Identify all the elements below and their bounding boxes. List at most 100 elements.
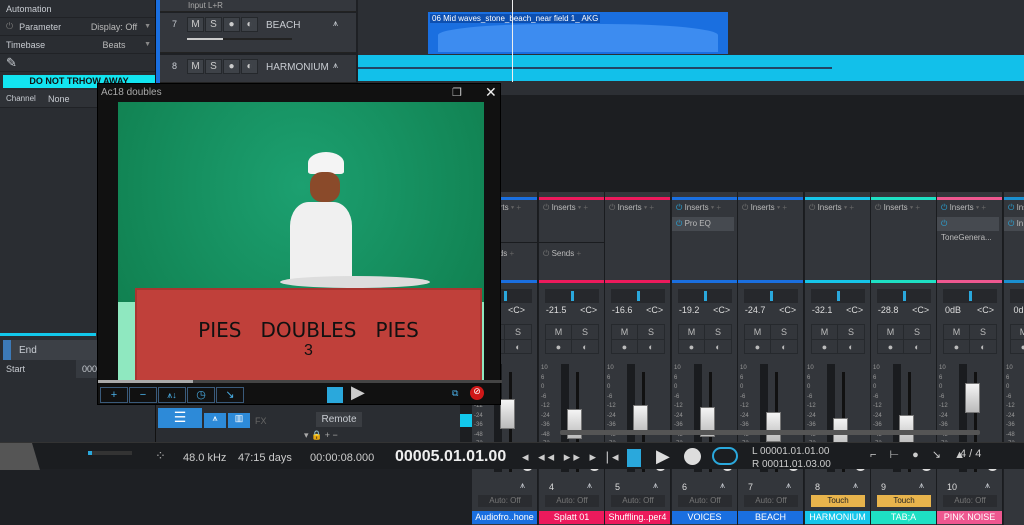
record-button[interactable]: [684, 448, 701, 465]
start-field[interactable]: 000: [76, 360, 98, 378]
performance-icon[interactable]: ⁘: [155, 448, 166, 464]
channel-name[interactable]: BEACH: [738, 511, 803, 524]
pan-control[interactable]: [1010, 289, 1024, 303]
automation-mode[interactable]: Touch: [811, 495, 865, 507]
power-icon[interactable]: ⏻: [1008, 203, 1014, 212]
automation-mode[interactable]: Auto: Off: [478, 495, 532, 507]
channel-name[interactable]: TAB;A: [871, 511, 936, 524]
volume-value[interactable]: -24.7: [745, 305, 766, 315]
volume-fader[interactable]: [500, 398, 515, 429]
volume-value[interactable]: -19.2: [679, 305, 700, 315]
clock-icon[interactable]: ◷: [187, 387, 215, 403]
console-controls[interactable]: ▾ 🔒 + −: [304, 430, 338, 441]
channel-name[interactable]: Splatt 01: [539, 511, 604, 524]
pan-value[interactable]: <C>: [846, 305, 863, 315]
waveform-icon[interactable]: ⩚: [520, 480, 525, 491]
zoom-in-button[interactable]: +: [100, 387, 128, 403]
solo-button[interactable]: S: [205, 59, 222, 74]
audio-extract-icon[interactable]: ⩚↓: [158, 387, 186, 403]
automation-mode[interactable]: Auto: Off: [943, 495, 997, 507]
monitor-button[interactable]: ◐: [970, 340, 996, 354]
waveform-icon[interactable]: ⩚: [333, 18, 338, 29]
solo-button[interactable]: S: [638, 325, 664, 340]
mute-button[interactable]: M: [546, 325, 572, 340]
pan-value[interactable]: <C>: [912, 305, 929, 315]
end-marker[interactable]: End: [3, 340, 97, 360]
loop-button[interactable]: [712, 447, 738, 465]
remote-button[interactable]: Remote: [316, 412, 362, 427]
close-icon[interactable]: ✕: [485, 84, 497, 101]
waveform-icon[interactable]: ⩚: [587, 480, 592, 491]
record-arm-button[interactable]: ●: [878, 340, 904, 354]
track-header-7[interactable]: 7 M S ● ◐ BEACH ⩚: [160, 13, 356, 53]
playhead[interactable]: [512, 0, 513, 82]
record-arm-button[interactable]: ●: [745, 340, 771, 354]
power-icon[interactable]: ⏻: [809, 203, 815, 212]
automation-mode[interactable]: Auto: Off: [611, 495, 665, 507]
track-name[interactable]: BEACH: [266, 20, 300, 31]
loop-left[interactable]: L 00001.01.01.00: [752, 446, 829, 457]
pan-control[interactable]: [545, 289, 599, 303]
pan-control[interactable]: [678, 289, 732, 303]
pan-value[interactable]: <C>: [713, 305, 730, 315]
waveform-icon[interactable]: ⩚: [853, 480, 858, 491]
play-button[interactable]: ▶: [656, 446, 670, 467]
channel-name[interactable]: VOICES: [672, 511, 737, 524]
solo-button[interactable]: S: [904, 325, 930, 340]
mute-button[interactable]: M: [612, 325, 638, 340]
edit-icon[interactable]: ✎: [0, 54, 155, 72]
volume-value[interactable]: -21.5: [546, 305, 567, 315]
monitor-button[interactable]: ◐: [904, 340, 930, 354]
channel-name[interactable]: Shuffling..per4: [605, 511, 670, 524]
solo-button[interactable]: S: [705, 325, 731, 340]
arrangement-timeline[interactable]: 06 Mid waves_stone_beach_near field 1_ A…: [358, 0, 1024, 95]
waveform-icon[interactable]: ⩚: [653, 480, 658, 491]
volume-value[interactable]: -28.8: [878, 305, 899, 315]
zoom-out-button[interactable]: −: [129, 387, 157, 403]
volume-slider[interactable]: [187, 38, 292, 40]
waveform-icon[interactable]: ⩚: [786, 480, 791, 491]
inserts-header[interactable]: ⏻ Inserts ▾ +: [605, 201, 670, 215]
pan-control[interactable]: [877, 289, 931, 303]
mute-button[interactable]: M: [812, 325, 838, 340]
pan-value[interactable]: <C>: [977, 305, 994, 315]
inserts-header[interactable]: ⏻ Inserts ▾ +: [1004, 201, 1024, 215]
inserts-header[interactable]: ⏻ Inserts ▾ +: [937, 201, 1002, 215]
waveform-icon[interactable]: ⩚: [720, 480, 725, 491]
monitor-button[interactable]: ◐: [838, 340, 864, 354]
power-icon[interactable]: ⏻: [6, 21, 13, 32]
pan-control[interactable]: [943, 289, 997, 303]
waveform-icon[interactable]: ⩚: [919, 480, 924, 491]
channel-name[interactable]: HARMONIUM: [805, 511, 870, 524]
power-icon[interactable]: ⏻: [941, 203, 947, 212]
inserts-header[interactable]: ⏻ Inserts ▾ +: [805, 201, 870, 215]
mute-button[interactable]: M: [679, 325, 705, 340]
insert-slot[interactable]: ⏻ ToneGenera...: [937, 217, 999, 242]
mute-button[interactable]: M: [878, 325, 904, 340]
input-selector[interactable]: Input L+R: [160, 0, 356, 12]
mute-button[interactable]: M: [187, 17, 204, 32]
record-arm-button[interactable]: ●: [812, 340, 838, 354]
sync-icon[interactable]: ⧉: [452, 388, 458, 399]
pan-control[interactable]: [611, 289, 665, 303]
solo-button[interactable]: S: [572, 325, 598, 340]
metronome-tools[interactable]: ⌐ ⊢ ● ↘ ▲: [870, 448, 970, 461]
solo-button[interactable]: S: [970, 325, 996, 340]
channel-value[interactable]: None: [48, 94, 70, 104]
waveform-icon[interactable]: ⩚: [985, 480, 990, 491]
audio-clip[interactable]: 06 Mid waves_stone_beach_near field 1_ A…: [428, 12, 728, 54]
solo-button[interactable]: S: [838, 325, 864, 340]
parameter-dropdown[interactable]: Display: Off: [75, 22, 153, 32]
power-icon[interactable]: ⏻: [543, 203, 549, 212]
record-arm-button[interactable]: ●: [944, 340, 970, 354]
record-arm-button[interactable]: ●: [1011, 340, 1024, 354]
stop-button[interactable]: [327, 387, 343, 403]
insert-slot[interactable]: ⏻ Pro EQ: [672, 217, 734, 231]
monitor-button[interactable]: ◐: [241, 59, 258, 74]
keyboard-icon[interactable]: ▥: [228, 413, 250, 428]
mute-video-icon[interactable]: ⊘: [470, 386, 484, 400]
monitor-button[interactable]: ◐: [505, 340, 531, 354]
automation-mode[interactable]: Touch: [877, 495, 931, 507]
volume-value[interactable]: -32.1: [812, 305, 833, 315]
mute-button[interactable]: M: [944, 325, 970, 340]
